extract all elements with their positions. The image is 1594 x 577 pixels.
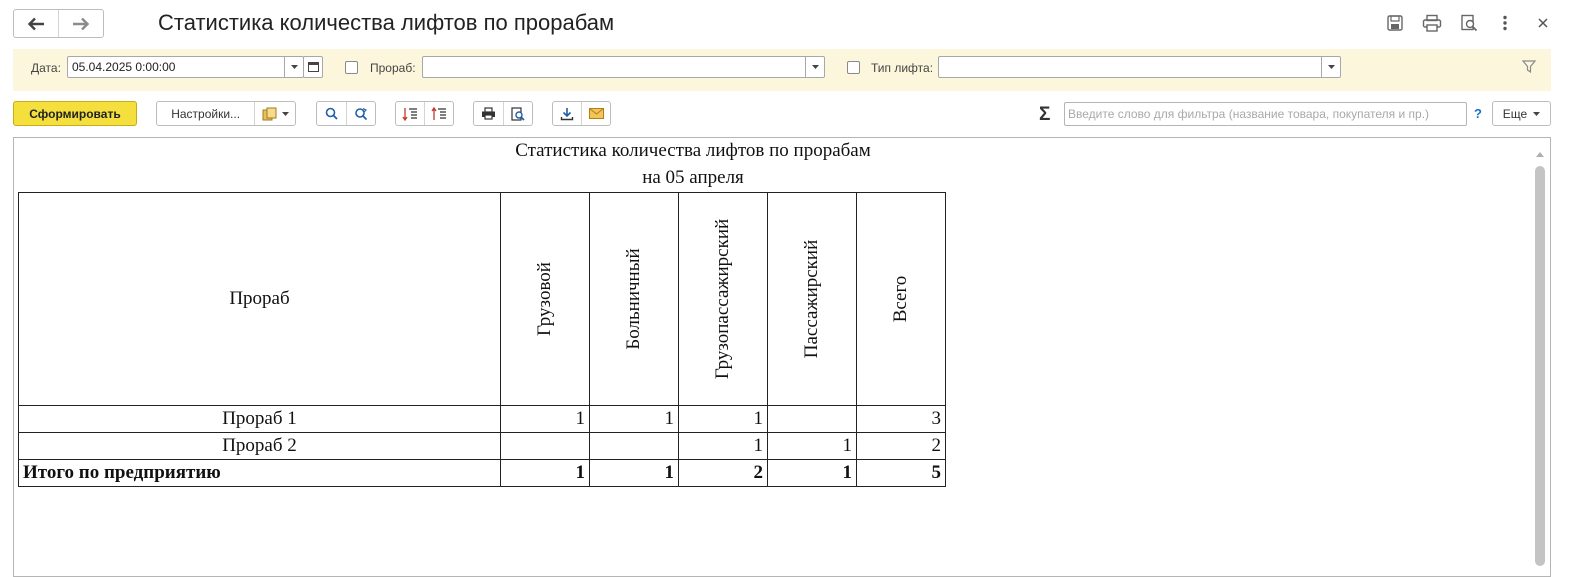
date-field[interactable]: 05.04.2025 0:00:00 [67,56,304,78]
export-group [552,101,611,126]
expand-groups-button[interactable] [396,102,424,125]
navigation-buttons [13,9,104,38]
chevron-down-icon [1327,65,1335,69]
table-cell[interactable]: 5 [856,459,946,487]
column-header-freight[interactable]: Грузовой [500,192,590,406]
find-button[interactable] [317,102,346,125]
column-header-total[interactable]: Всего [856,192,946,406]
calendar-icon [308,62,319,72]
report-table: Прораб Грузовой Больничный Грузопассажир… [18,192,946,487]
foreman-field[interactable] [422,56,825,78]
print-preview-icon [511,106,525,121]
lift-type-dropdown-button[interactable] [1321,57,1340,77]
print-button[interactable] [474,102,503,125]
forward-button[interactable] [58,10,103,37]
filter-icon[interactable] [1521,60,1537,76]
table-cell[interactable]: 2 [856,432,946,460]
printer-icon [481,107,495,120]
column-header-label: Больничный [623,248,644,350]
lift-type-checkbox[interactable] [847,61,860,74]
search-icon [325,107,338,120]
table-cell[interactable]: 1 [678,432,768,460]
envelope-icon [588,108,604,119]
settings-group: Настройки... [156,101,296,126]
collapse-groups-button[interactable] [424,102,453,125]
scroll-up-icon[interactable] [1536,146,1544,160]
calendar-button[interactable] [303,56,323,78]
table-cell[interactable] [500,432,590,460]
chevron-down-icon [281,111,289,116]
group-expand-group [395,101,454,126]
lift-type-field[interactable] [938,56,1341,78]
table-row[interactable]: Прораб 1 1 1 1 3 [18,405,946,433]
date-dropdown-button[interactable] [284,57,303,77]
generate-button[interactable]: Сформировать [13,101,137,126]
print-icon[interactable] [1421,12,1443,34]
back-button[interactable] [14,10,58,37]
table-cell[interactable]: 1 [589,405,679,433]
table-header-row: Прораб Грузовой Больничный Грузопассажир… [18,192,946,406]
column-header-hospital[interactable]: Больничный [589,192,679,406]
foreman-dropdown-button[interactable] [805,57,824,77]
table-row[interactable]: Прораб 2 1 1 2 [18,432,946,460]
find-next-button[interactable] [345,102,376,125]
collapse-groups-icon [431,106,446,120]
search-input[interactable]: Введите слово для фильтра (название това… [1064,102,1467,126]
more-vertical-icon[interactable] [1494,12,1516,34]
preview-icon[interactable] [1458,12,1480,34]
table-cell[interactable] [767,405,857,433]
download-icon [560,107,574,120]
column-header-label: Пассажирский [801,239,822,359]
search-group [316,101,376,126]
table-cell[interactable]: 1 [589,459,679,487]
table-cell[interactable]: 3 [856,405,946,433]
report-title: Статистика количества лифтов по прорабам [515,140,871,161]
expand-groups-icon [402,107,417,121]
send-email-button[interactable] [581,102,610,125]
table-cell[interactable]: 2 [678,459,768,487]
settings-button[interactable]: Настройки... [157,102,254,125]
variants-button[interactable] [254,102,295,125]
total-row-label[interactable]: Итого по предприятию [18,459,501,487]
arrow-left-icon [27,17,44,30]
table-cell[interactable] [589,432,679,460]
lift-type-label: Тип лифта: [871,61,934,75]
date-value: 05.04.2025 0:00:00 [72,60,176,74]
save-to-file-button[interactable] [553,102,581,125]
foreman-label: Прораб: [370,61,416,75]
row-foreman-name[interactable]: Прораб 2 [18,432,501,460]
report-subtitle: на 05 апреля [642,167,744,188]
chevron-down-icon [811,65,819,69]
arrow-right-icon [73,17,90,30]
foreman-checkbox[interactable] [345,61,358,74]
close-icon[interactable] [1532,12,1554,34]
window-title: Статистика количества лифтов по прорабам [158,10,615,35]
column-header-foreman[interactable]: Прораб [18,192,501,406]
table-cell[interactable]: 1 [767,432,857,460]
save-icon[interactable] [1384,12,1406,34]
more-label: Еще [1502,106,1528,121]
column-header-freight-passenger[interactable]: Грузопассажирский [678,192,768,406]
column-header-label: Всего [890,275,911,323]
table-cell[interactable]: 1 [678,405,768,433]
column-header-label: Грузопассажирский [712,218,733,380]
vertical-scrollbar[interactable] [1535,166,1545,566]
more-button[interactable]: Еще [1492,101,1551,126]
search-next-icon [354,107,367,120]
table-cell[interactable]: 1 [767,459,857,487]
print-group [473,101,533,126]
table-total-row[interactable]: Итого по предприятию 1 1 2 1 5 [18,459,946,487]
print-preview-button[interactable] [502,102,533,125]
help-button[interactable]: ? [1474,106,1482,121]
report-variants-icon [262,107,277,120]
column-header-passenger[interactable]: Пассажирский [767,192,857,406]
sum-icon[interactable]: Σ [1039,104,1050,126]
table-cell[interactable]: 1 [500,459,590,487]
table-cell[interactable]: 1 [500,405,590,433]
row-foreman-name[interactable]: Прораб 1 [18,405,501,433]
chevron-down-icon [290,65,298,69]
date-label: Дата: [31,61,61,75]
chevron-down-icon [1533,111,1541,116]
column-header-label: Грузовой [534,262,555,336]
